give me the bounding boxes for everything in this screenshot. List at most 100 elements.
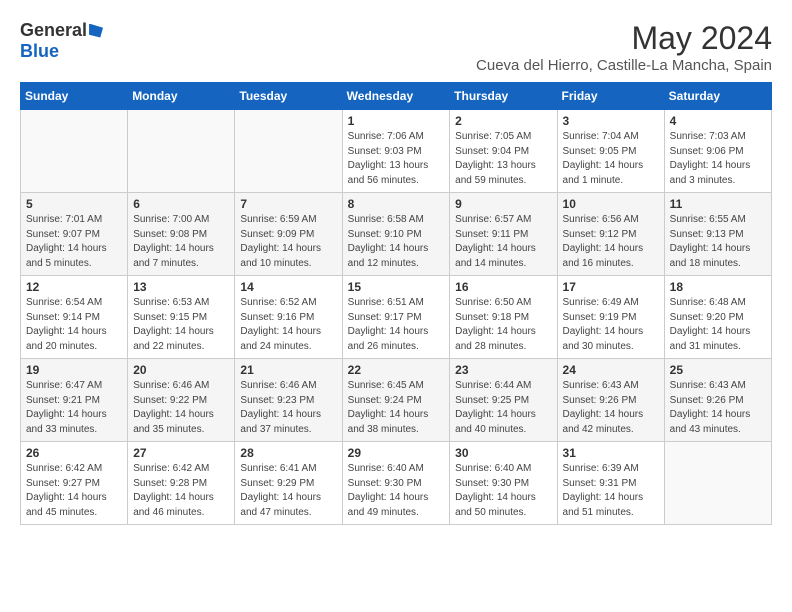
calendar-cell: 24Sunrise: 6:43 AM Sunset: 9:26 PM Dayli… <box>557 359 664 442</box>
day-number: 24 <box>563 363 659 377</box>
logo-icon <box>89 24 103 38</box>
day-number: 16 <box>455 280 551 294</box>
day-number: 4 <box>670 114 766 128</box>
calendar-cell: 10 Sunrise: 6:56 AM Sunset: 9:12 PM Dayli… <box>557 193 664 276</box>
day-number: 6 <box>133 197 229 211</box>
calendar-week-row: 5 Sunrise: 7:01 AM Sunset: 9:07 PM Daylig… <box>21 193 772 276</box>
day-number: 31 <box>563 446 659 460</box>
calendar-cell: 12 Sunrise: 6:54 AM Sunset: 9:14 PM Dayli… <box>21 276 128 359</box>
weekday-header-wednesday: Wednesday <box>342 83 450 110</box>
title-section: May 2024 Cueva del Hierro, Castille-La M… <box>476 20 772 74</box>
calendar-cell: 30Sunrise: 6:40 AM Sunset: 9:30 PM Dayli… <box>450 442 557 525</box>
day-info: Sunrise: 7:03 AM Sunset: 9:06 PM Dayligh… <box>670 130 766 188</box>
page-header: General Blue May 2024 Cueva del Hierro, … <box>20 20 772 74</box>
calendar-cell: 25 Sunrise: 6:43 AM Sunset: 9:26 PM Dayli… <box>664 359 771 442</box>
calendar-cell: 7 Sunrise: 6:59 AM Sunset: 9:09 PM Daylig… <box>235 193 342 276</box>
calendar-table: SundayMondayTuesdayWednesdayThursdayFrid… <box>20 82 772 525</box>
calendar-cell: 18 Sunrise: 6:48 AM Sunset: 9:20 PM Dayli… <box>664 276 771 359</box>
calendar-week-row: 19 Sunrise: 6:47 AM Sunset: 9:21 PM Dayli… <box>21 359 772 442</box>
day-info: Sunrise: 6:57 AM Sunset: 9:11 PM Dayligh… <box>455 213 551 271</box>
calendar-cell: 26 Sunrise: 6:42 AM Sunset: 9:27 PM Dayli… <box>21 442 128 525</box>
calendar-cell: 11 Sunrise: 6:55 AM Sunset: 9:13 PM Dayli… <box>664 193 771 276</box>
calendar-cell: 28 Sunrise: 6:41 AM Sunset: 9:29 PM Dayli… <box>235 442 342 525</box>
day-info: Sunrise: 6:44 AM Sunset: 9:25 PM Dayligh… <box>455 379 551 437</box>
calendar-cell <box>21 110 128 193</box>
calendar-week-row: 26 Sunrise: 6:42 AM Sunset: 9:27 PM Dayli… <box>21 442 772 525</box>
weekday-header-saturday: Saturday <box>664 83 771 110</box>
day-number: 30 <box>455 446 551 460</box>
day-number: 20 <box>133 363 229 377</box>
weekday-header-row: SundayMondayTuesdayWednesdayThursdayFrid… <box>21 83 772 110</box>
day-info: Sunrise: 7:01 AM Sunset: 9:07 PM Dayligh… <box>26 213 122 271</box>
day-number: 13 <box>133 280 229 294</box>
day-info: Sunrise: 6:46 AM Sunset: 9:22 PM Dayligh… <box>133 379 229 437</box>
day-number: 29 <box>348 446 445 460</box>
calendar-cell: 19 Sunrise: 6:47 AM Sunset: 9:21 PM Dayli… <box>21 359 128 442</box>
day-info: Sunrise: 6:42 AM Sunset: 9:28 PM Dayligh… <box>133 462 229 520</box>
day-info: Sunrise: 6:47 AM Sunset: 9:21 PM Dayligh… <box>26 379 122 437</box>
weekday-header-tuesday: Tuesday <box>235 83 342 110</box>
calendar-cell: 8 Sunrise: 6:58 AM Sunset: 9:10 PM Daylig… <box>342 193 450 276</box>
logo-general-text: General <box>20 20 87 41</box>
calendar-cell: 29 Sunrise: 6:40 AM Sunset: 9:30 PM Dayli… <box>342 442 450 525</box>
day-info: Sunrise: 6:50 AM Sunset: 9:18 PM Dayligh… <box>455 296 551 354</box>
day-info: Sunrise: 6:58 AM Sunset: 9:10 PM Dayligh… <box>348 213 445 271</box>
day-info: Sunrise: 6:56 AM Sunset: 9:12 PM Dayligh… <box>563 213 659 271</box>
calendar-cell: 5 Sunrise: 7:01 AM Sunset: 9:07 PM Daylig… <box>21 193 128 276</box>
day-info: Sunrise: 6:39 AM Sunset: 9:31 PM Dayligh… <box>563 462 659 520</box>
weekday-header-sunday: Sunday <box>21 83 128 110</box>
calendar-cell: 23 Sunrise: 6:44 AM Sunset: 9:25 PM Dayli… <box>450 359 557 442</box>
weekday-header-monday: Monday <box>128 83 235 110</box>
day-number: 10 <box>563 197 659 211</box>
calendar-cell: 6Sunrise: 7:00 AM Sunset: 9:08 PM Daylig… <box>128 193 235 276</box>
day-info: Sunrise: 6:46 AM Sunset: 9:23 PM Dayligh… <box>240 379 336 437</box>
calendar-cell: 21 Sunrise: 6:46 AM Sunset: 9:23 PM Dayli… <box>235 359 342 442</box>
calendar-cell <box>235 110 342 193</box>
day-info: Sunrise: 6:51 AM Sunset: 9:17 PM Dayligh… <box>348 296 445 354</box>
day-info: Sunrise: 6:59 AM Sunset: 9:09 PM Dayligh… <box>240 213 336 271</box>
day-info: Sunrise: 6:43 AM Sunset: 9:26 PM Dayligh… <box>670 379 766 437</box>
day-number: 27 <box>133 446 229 460</box>
weekday-header-friday: Friday <box>557 83 664 110</box>
day-number: 7 <box>240 197 336 211</box>
calendar-week-row: 12 Sunrise: 6:54 AM Sunset: 9:14 PM Dayli… <box>21 276 772 359</box>
day-number: 19 <box>26 363 122 377</box>
calendar-cell: 22 Sunrise: 6:45 AM Sunset: 9:24 PM Dayli… <box>342 359 450 442</box>
day-number: 22 <box>348 363 445 377</box>
day-number: 21 <box>240 363 336 377</box>
calendar-cell: 2Sunrise: 7:05 AM Sunset: 9:04 PM Daylig… <box>450 110 557 193</box>
day-info: Sunrise: 6:42 AM Sunset: 9:27 PM Dayligh… <box>26 462 122 520</box>
calendar-cell: 20 Sunrise: 6:46 AM Sunset: 9:22 PM Dayli… <box>128 359 235 442</box>
day-number: 14 <box>240 280 336 294</box>
day-info: Sunrise: 6:48 AM Sunset: 9:20 PM Dayligh… <box>670 296 766 354</box>
day-number: 25 <box>670 363 766 377</box>
day-number: 26 <box>26 446 122 460</box>
day-info: Sunrise: 7:04 AM Sunset: 9:05 PM Dayligh… <box>563 130 659 188</box>
day-number: 11 <box>670 197 766 211</box>
day-info: Sunrise: 6:40 AM Sunset: 9:30 PM Dayligh… <box>348 462 445 520</box>
day-number: 3 <box>563 114 659 128</box>
day-number: 18 <box>670 280 766 294</box>
calendar-cell: 31 Sunrise: 6:39 AM Sunset: 9:31 PM Dayli… <box>557 442 664 525</box>
day-number: 12 <box>26 280 122 294</box>
day-info: Sunrise: 7:06 AM Sunset: 9:03 PM Dayligh… <box>348 130 445 188</box>
day-info: Sunrise: 6:54 AM Sunset: 9:14 PM Dayligh… <box>26 296 122 354</box>
calendar-cell: 27 Sunrise: 6:42 AM Sunset: 9:28 PM Dayli… <box>128 442 235 525</box>
location: Cueva del Hierro, Castille-La Mancha, Sp… <box>476 57 772 74</box>
logo: General Blue <box>20 20 103 62</box>
calendar-cell: 13Sunrise: 6:53 AM Sunset: 9:15 PM Dayli… <box>128 276 235 359</box>
day-info: Sunrise: 6:41 AM Sunset: 9:29 PM Dayligh… <box>240 462 336 520</box>
day-info: Sunrise: 6:55 AM Sunset: 9:13 PM Dayligh… <box>670 213 766 271</box>
day-number: 5 <box>26 197 122 211</box>
day-number: 15 <box>348 280 445 294</box>
day-info: Sunrise: 6:52 AM Sunset: 9:16 PM Dayligh… <box>240 296 336 354</box>
weekday-header-thursday: Thursday <box>450 83 557 110</box>
calendar-cell: 1Sunrise: 7:06 AM Sunset: 9:03 PM Daylig… <box>342 110 450 193</box>
day-number: 2 <box>455 114 551 128</box>
day-number: 28 <box>240 446 336 460</box>
day-number: 23 <box>455 363 551 377</box>
calendar-cell: 16 Sunrise: 6:50 AM Sunset: 9:18 PM Dayli… <box>450 276 557 359</box>
day-number: 9 <box>455 197 551 211</box>
day-info: Sunrise: 6:45 AM Sunset: 9:24 PM Dayligh… <box>348 379 445 437</box>
day-number: 8 <box>348 197 445 211</box>
